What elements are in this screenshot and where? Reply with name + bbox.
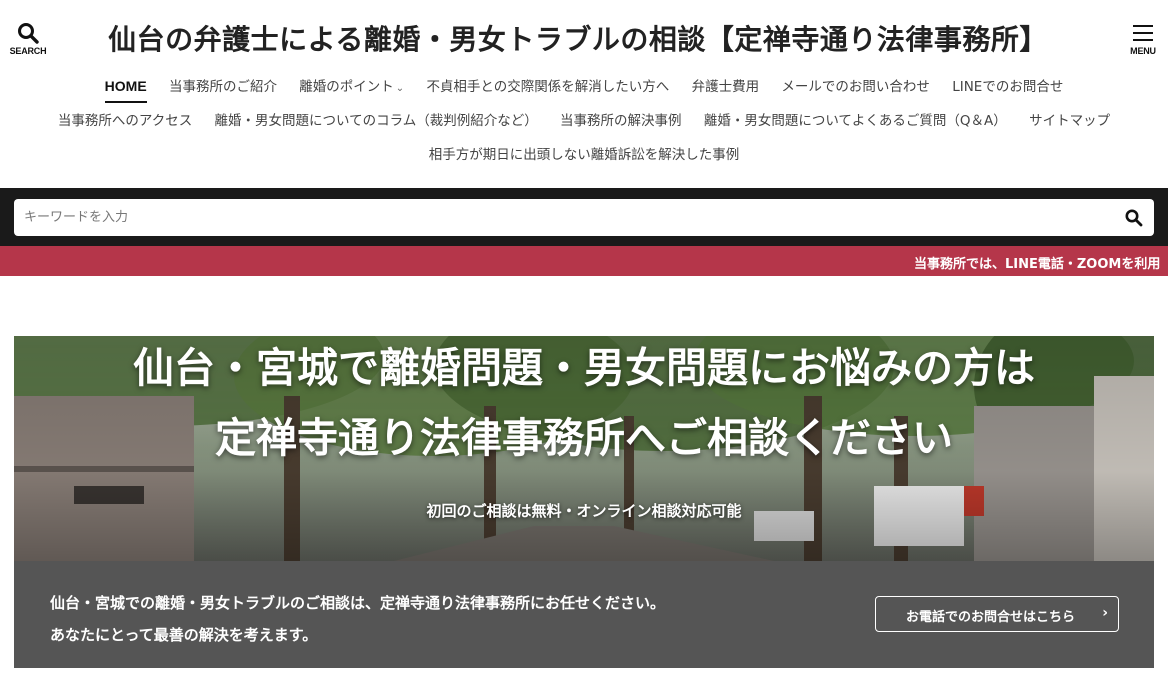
ticker-text[interactable]: 当事務所では、LINE電話・ZOOMを利用 xyxy=(914,253,1160,272)
nav-item-divorce-points[interactable]: 離婚のポイント ⌄ xyxy=(299,75,404,95)
nav-item-fees[interactable]: 弁護士費用 xyxy=(692,75,760,95)
nav-item-about[interactable]: 当事務所のご紹介 xyxy=(169,75,277,95)
site-header: SEARCH 仙台の弁護士による離婚・男女トラブルの相談【定禅寺通り法律事務所】… xyxy=(0,0,1168,188)
search-band xyxy=(0,188,1168,246)
chevron-down-icon: ⌄ xyxy=(395,83,405,94)
hero-subtitle: 初回のご相談は無料・オンライン相談対応可能 xyxy=(426,502,742,520)
hero-banner: 仙台・宮城で離婚問題・男女問題にお悩みの方は 定禅寺通り法律事務所へご相談くださ… xyxy=(14,336,1154,561)
global-nav-row-2: 当事務所へのアクセス 離婚・男女問題についてのコラム（裁判例紹介など） 当事務所… xyxy=(0,109,1168,129)
search-form xyxy=(14,199,1154,236)
search-icon xyxy=(18,23,39,44)
phone-contact-button[interactable]: お電話でのお問合せはこちら › xyxy=(875,596,1119,632)
nav-item-faq[interactable]: 離婚・男女問題についてよくあるご質問（Q＆A） xyxy=(704,109,1007,129)
nav-item-case-example[interactable]: 相手方が期日に出頭しない離婚訴訟を解決した事例 xyxy=(429,143,740,163)
hero-title-line-1: 仙台・宮城で離婚問題・男女問題にお悩みの方は xyxy=(133,344,1035,392)
site-title[interactable]: 仙台の弁護士による離婚・男女トラブルの相談【定禅寺通り法律事務所】 xyxy=(60,18,1096,58)
hero-title-line-2: 定禅寺通り法律事務所へご相談ください xyxy=(215,414,953,462)
search-caption: SEARCH xyxy=(9,46,47,56)
hamburger-icon xyxy=(1133,25,1153,41)
info-line-2: あなたにとって最善の解決を考えます。 xyxy=(50,626,318,644)
global-nav-row-3: 相手方が期日に出頭しない離婚訴訟を解決した事例 xyxy=(0,143,1168,163)
search-submit-icon[interactable] xyxy=(1124,208,1144,228)
nav-item-line-contact[interactable]: LINEでのお問合せ xyxy=(952,75,1063,95)
info-line-1: 仙台・宮城での離婚・男女トラブルのご相談は、定禅寺通り法律事務所にお任せください… xyxy=(50,594,666,612)
nav-item-label: 離婚のポイント xyxy=(299,79,394,95)
menu-caption: MENU xyxy=(1130,46,1156,56)
search-input[interactable] xyxy=(24,199,1114,236)
info-band: 仙台・宮城での離婚・男女トラブルのご相談は、定禅寺通り法律事務所にお任せください… xyxy=(14,561,1154,668)
nav-item-mail-contact[interactable]: メールでのお問い合わせ xyxy=(781,75,930,95)
global-nav-row-1: HOME 当事務所のご紹介 離婚のポイント ⌄ 不貞相手との交際関係を解消したい方… xyxy=(0,75,1168,103)
nav-item-cases[interactable]: 当事務所の解決事例 xyxy=(560,109,682,129)
nav-item-affair-resolution[interactable]: 不貞相手との交際関係を解消したい方へ xyxy=(426,75,669,95)
nav-item-home[interactable]: HOME xyxy=(104,78,147,103)
nav-item-sitemap[interactable]: サイトマップ xyxy=(1029,109,1110,129)
news-ticker: 当事務所では、LINE電話・ZOOMを利用 xyxy=(0,246,1168,276)
nav-item-column[interactable]: 離婚・男女問題についてのコラム（裁判例紹介など） xyxy=(215,109,538,129)
nav-item-access[interactable]: 当事務所へのアクセス xyxy=(58,109,192,129)
info-text: 仙台・宮城での離婚・男女トラブルのご相談は、定禅寺通り法律事務所にお任せください… xyxy=(50,587,665,651)
phone-contact-label: お電話でのお問合せはこちら xyxy=(906,610,1076,625)
chevron-right-icon: › xyxy=(1102,605,1108,621)
header-menu-button[interactable]: MENU xyxy=(1122,22,1164,62)
header-search-button[interactable]: SEARCH xyxy=(8,22,48,62)
